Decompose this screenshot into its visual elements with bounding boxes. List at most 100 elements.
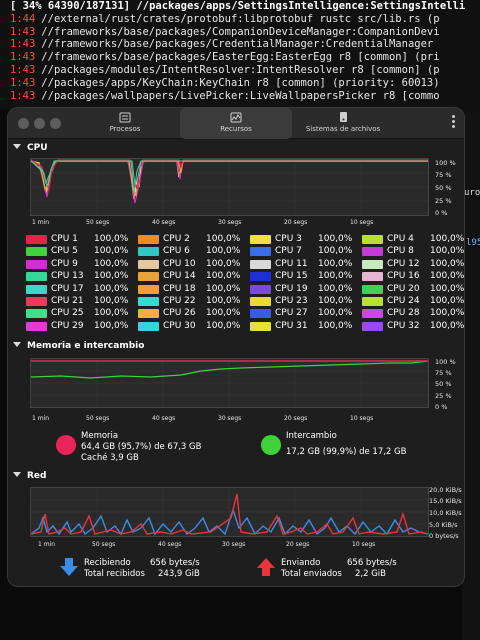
cpu-legend-item[interactable]: CPU 32 100,0% [362, 321, 464, 332]
cpu-color-swatch[interactable] [138, 247, 159, 257]
cpu-color-swatch[interactable] [250, 235, 271, 244]
cpu-usage-value: 100,0% [206, 258, 241, 269]
cpu-legend-item[interactable]: CPU 17 100,0% [26, 284, 138, 295]
cpu-color-swatch[interactable] [26, 272, 47, 282]
cpu-color-swatch[interactable] [362, 235, 383, 244]
cpu-name: CPU 28 [387, 308, 420, 319]
cpu-legend-item[interactable]: CPU 30 100,0% [138, 321, 250, 332]
cpu-legend-item[interactable]: CPU 7 100,0% [250, 246, 362, 257]
cpu-legend-item[interactable]: CPU 1 100,0% [26, 234, 138, 245]
terminal-line: 1:43//packages/modules/IntentResolver:In… [10, 63, 440, 76]
cpu-color-swatch[interactable] [26, 235, 47, 244]
cpu-legend-item[interactable]: CPU 12 100,0% [362, 259, 464, 270]
memory-usage-pie [56, 435, 76, 455]
cpu-color-swatch[interactable] [138, 259, 159, 269]
cpu-legend-item[interactable]: CPU 28 100,0% [362, 308, 464, 319]
cpu-color-swatch[interactable] [250, 284, 271, 294]
window-close-button[interactable] [18, 118, 29, 129]
cpu-legend-item[interactable]: CPU 31 100,0% [250, 321, 362, 332]
cpu-y-tick: 100 % [435, 159, 456, 167]
cpu-usage-value: 100,0% [94, 308, 129, 319]
cpu-color-swatch[interactable] [362, 321, 383, 331]
cpu-color-swatch[interactable] [26, 297, 47, 306]
cpu-color-swatch[interactable] [26, 259, 47, 269]
cpu-color-swatch[interactable] [26, 309, 47, 319]
cpu-color-swatch[interactable] [250, 247, 271, 257]
cpu-color-swatch[interactable] [362, 284, 383, 294]
cpu-section-header[interactable]: CPU [13, 143, 48, 153]
memory-y-tick: 75 % [435, 369, 452, 377]
cpu-color-swatch[interactable] [26, 284, 47, 294]
cpu-legend-item[interactable]: CPU 9 100,0% [26, 259, 138, 270]
cpu-color-swatch[interactable] [138, 235, 159, 244]
cpu-legend-item[interactable]: CPU 29 100,0% [26, 321, 138, 332]
cpu-legend-item[interactable]: CPU 11 100,0% [250, 259, 362, 270]
cpu-legend-item[interactable]: CPU 18 100,0% [138, 284, 250, 295]
cpu-color-swatch[interactable] [138, 297, 159, 306]
memory-label: Memoria [81, 431, 119, 441]
cpu-color-swatch[interactable] [138, 321, 159, 331]
cpu-color-swatch[interactable] [250, 309, 271, 319]
cpu-color-swatch[interactable] [138, 309, 159, 319]
cpu-legend-item[interactable]: CPU 13 100,0% [26, 271, 138, 282]
cpu-color-swatch[interactable] [26, 247, 47, 257]
tab-sistemas-de-archivos[interactable]: Sistemas de archivos [298, 108, 388, 139]
cpu-legend-item[interactable]: CPU 21 100,0% [26, 296, 138, 307]
cpu-legend-item[interactable]: CPU 26 100,0% [138, 308, 250, 319]
cpu-color-swatch[interactable] [362, 272, 383, 282]
cpu-usage-value: 100,0% [206, 308, 241, 319]
cpu-legend-item[interactable]: CPU 8 100,0% [362, 246, 464, 257]
network-x-tick: 20 segs [286, 541, 310, 548]
cpu-name: CPU 15 [275, 271, 308, 282]
cpu-color-swatch[interactable] [362, 309, 383, 319]
cpu-legend-item[interactable]: CPU 3 100,0% [250, 234, 362, 245]
memory-y-tick: 50 % [435, 380, 452, 388]
memory-value: 64,4 GB (95,7%) de 67,3 GB [81, 442, 202, 452]
cpu-color-swatch[interactable] [362, 247, 383, 257]
cpu-y-tick: 25 % [435, 197, 452, 205]
cpu-color-swatch[interactable] [250, 259, 271, 269]
kebab-menu-icon[interactable] [450, 114, 456, 132]
cpu-color-swatch[interactable] [362, 259, 383, 269]
cpu-legend-item[interactable]: CPU 16 100,0% [362, 271, 464, 282]
cpu-legend-item[interactable]: CPU 5 100,0% [26, 246, 138, 257]
cpu-legend-item[interactable]: CPU 15 100,0% [250, 271, 362, 282]
cpu-color-swatch[interactable] [26, 321, 47, 331]
cpu-color-swatch[interactable] [250, 321, 271, 331]
cpu-legend-item[interactable]: CPU 4 100,0% [362, 234, 464, 245]
cpu-legend-item[interactable]: CPU 19 100,0% [250, 284, 362, 295]
window-minimize-button[interactable] [34, 118, 45, 129]
tab-recursos[interactable]: Recursos [180, 108, 292, 139]
cpu-color-swatch[interactable] [250, 297, 271, 306]
cpu-color-swatch[interactable] [138, 284, 159, 294]
cpu-color-swatch[interactable] [138, 272, 159, 282]
network-x-tick: 10 segs [352, 541, 376, 548]
terminal-output: [ 34% 64390/187131] //packages/apps/Sett… [0, 0, 480, 110]
cpu-legend-item[interactable]: CPU 10 100,0% [138, 259, 250, 270]
cpu-name: CPU 4 [387, 234, 414, 244]
network-section-header[interactable]: Red [13, 471, 46, 481]
cpu-legend-item[interactable]: CPU 24 100,0% [362, 296, 464, 307]
cpu-legend-item[interactable]: CPU 14 100,0% [138, 271, 250, 282]
memory-history-graph [30, 358, 429, 408]
cpu-legend-item[interactable]: CPU 27 100,0% [250, 308, 362, 319]
cpu-usage-value: 100,0% [94, 234, 129, 244]
cpu-legend-item[interactable]: CPU 22 100,0% [138, 296, 250, 307]
cpu-legend-item[interactable]: CPU 2 100,0% [138, 234, 250, 245]
cpu-name: CPU 24 [387, 296, 420, 306]
gauge-icon [230, 112, 242, 123]
terminal-line: 1:43//frameworks/base/packages/Companion… [10, 25, 440, 38]
cpu-legend-item[interactable]: CPU 23 100,0% [250, 296, 362, 307]
tab-procesos[interactable]: Procesos [90, 108, 160, 139]
received-total: 243,9 GiB [158, 569, 200, 579]
terminal-line: 1:43//packages/wallpapers/LivePicker:Liv… [10, 89, 440, 102]
cpu-color-swatch[interactable] [250, 272, 271, 282]
tab-label: Sistemas de archivos [305, 125, 381, 133]
memory-section-header[interactable]: Memoria e intercambio [13, 341, 144, 351]
cpu-legend-item[interactable]: CPU 6 100,0% [138, 246, 250, 257]
cpu-legend-item[interactable]: CPU 20 100,0% [362, 284, 464, 295]
window-maximize-button[interactable] [50, 118, 61, 129]
cpu-color-swatch[interactable] [362, 297, 383, 306]
cpu-legend-item[interactable]: CPU 25 100,0% [26, 308, 138, 319]
swap-info: Intercambio 17,2 GB (99,9%) de 17,2 GB [286, 431, 406, 458]
